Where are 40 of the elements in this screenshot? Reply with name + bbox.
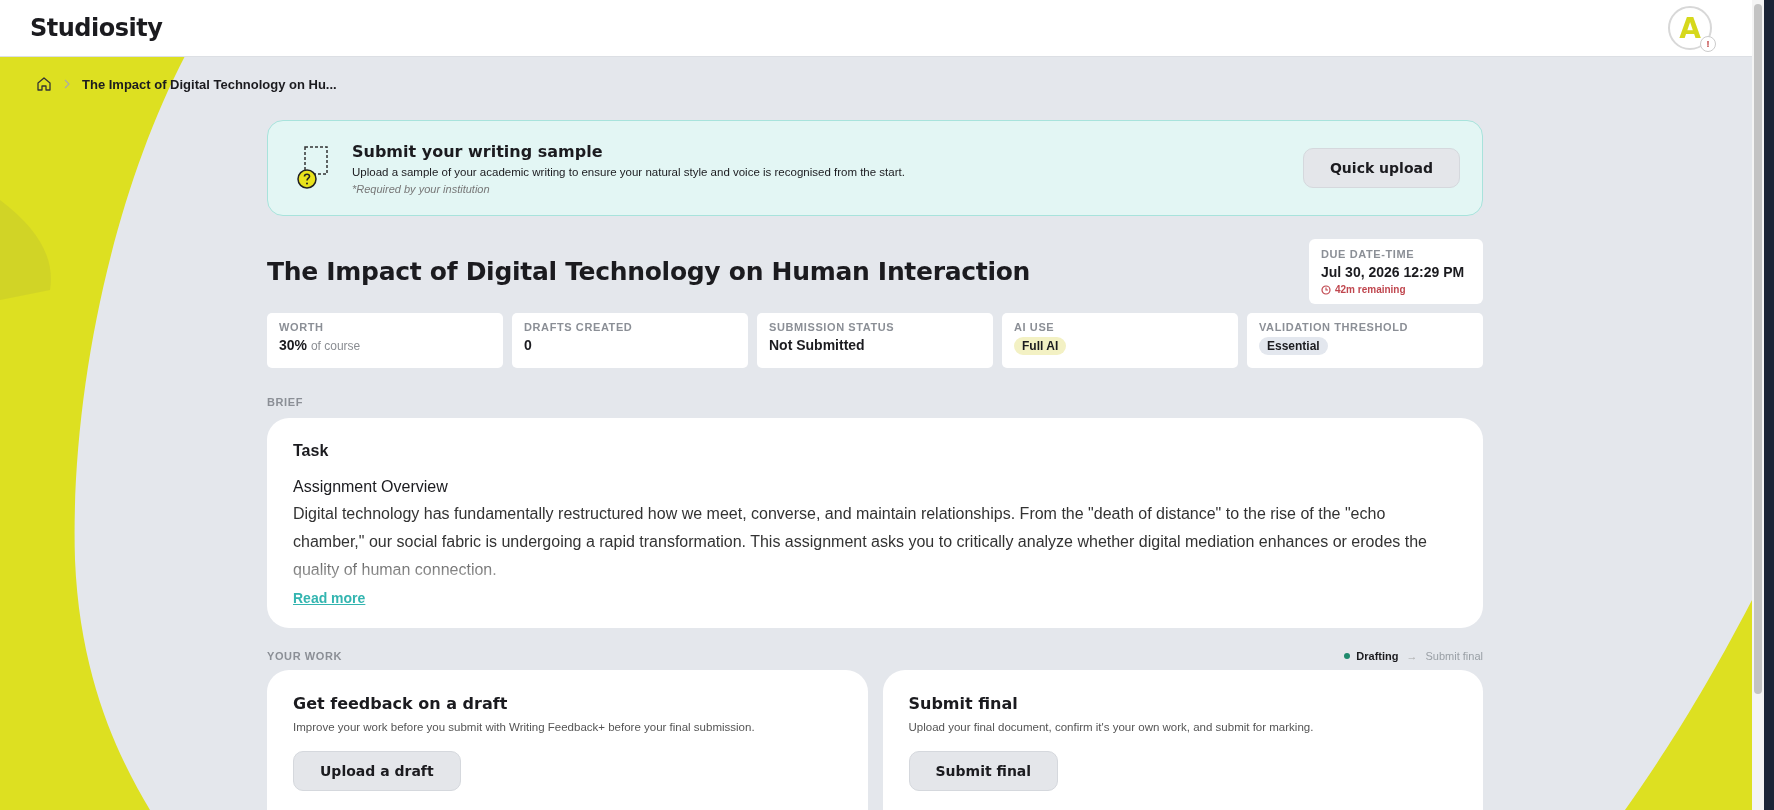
stat-label: DRAFTS CREATED xyxy=(524,321,634,333)
stat-value: Not Submitted xyxy=(769,337,866,353)
progress-step: Submit final xyxy=(1425,650,1483,662)
time-remaining: 42m remaining xyxy=(1335,284,1406,295)
card-title: Get feedback on a draft xyxy=(293,694,508,713)
logo[interactable]: Studiosity xyxy=(30,14,163,42)
due-label: DUE DATE-TIME xyxy=(1321,248,1416,260)
stat-label: SUBMISSION STATUS xyxy=(769,321,896,333)
stat-label: AI USE xyxy=(1014,321,1056,333)
chevron-icon xyxy=(64,79,70,89)
banner-note: *Required by your institution xyxy=(352,182,491,195)
stat-value: 30% of course xyxy=(279,337,362,353)
stat-tag: Full AI xyxy=(1014,337,1067,355)
card-title: Task xyxy=(293,442,330,460)
card-text: Improve your work before you submit with Writing Feedback+ before your final submission. xyxy=(293,721,755,733)
breadcrumb-item[interactable]: The Impact of Digital Technology on Hu... xyxy=(82,76,337,92)
brief-text: Digital technology has fundamentally restructured how we meet, converse, and maintain relationships. From the "death of distance" to the rise of the "echo chamber," our social fabric is undergoing a rapid transformation. This assignment asks you to critically analyze whether digital mediation enhances or erodes the quality of human connection. xyxy=(293,504,1428,580)
document-question-icon xyxy=(296,145,330,191)
stat-tag: Essential xyxy=(1259,337,1328,355)
section-label: YOUR WORK xyxy=(267,650,343,662)
quick-upload-button[interactable]: Quick upload xyxy=(1302,148,1460,188)
alert-badge: ! xyxy=(1700,36,1716,52)
stat-value: 0 xyxy=(524,337,533,353)
arrow-icon: → xyxy=(1406,650,1418,662)
brief-subtitle: Assignment Overview xyxy=(293,478,449,496)
stat-label: WORTH xyxy=(279,321,325,333)
section-label: BRIEF xyxy=(267,396,303,408)
progress-step: Drafting xyxy=(1344,650,1399,662)
clock-icon xyxy=(1321,284,1331,295)
due-value: Jul 30, 2026 12:29 PM xyxy=(1321,264,1466,280)
card-button[interactable]: Upload a draft xyxy=(293,751,461,791)
card-title: Submit final xyxy=(908,694,1018,713)
home-icon[interactable] xyxy=(36,76,52,92)
stat-label: VALIDATION THRESHOLD xyxy=(1259,321,1410,333)
card-button[interactable]: Submit final xyxy=(908,751,1059,791)
banner-text: Upload a sample of your academic writing to ensure your natural style and voice is recognised from the start. xyxy=(352,165,906,178)
card-text: Upload your final document, confirm it's your own work, and submit for marking. xyxy=(908,721,1314,733)
banner-title: Submit your writing sample xyxy=(352,141,604,161)
assignment-title: The Impact of Digital Technology on Human Interaction xyxy=(267,257,1031,286)
scrollbar[interactable] xyxy=(1752,0,1764,810)
